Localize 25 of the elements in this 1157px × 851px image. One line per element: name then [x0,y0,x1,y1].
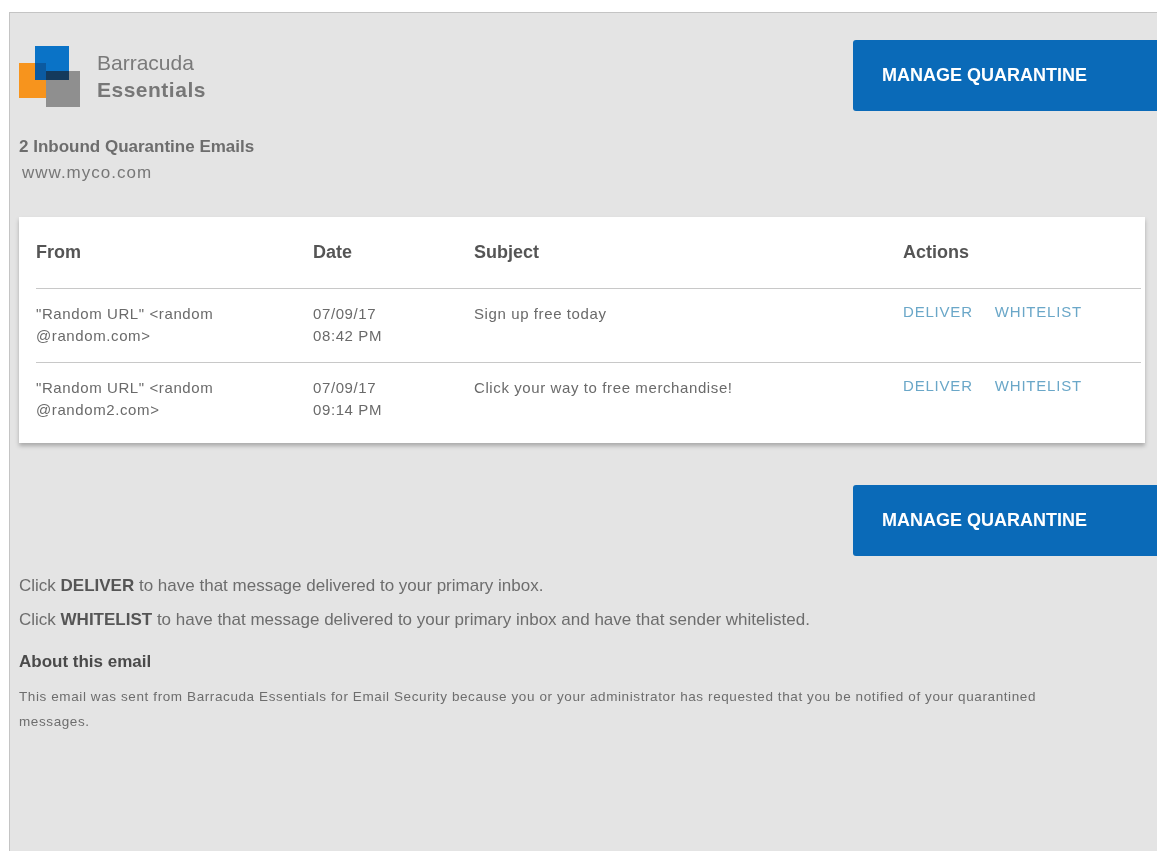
manage-quarantine-button[interactable]: MANAGE QUARANTINE [853,485,1157,556]
action-link[interactable]: WHITELIST [994,377,1082,394]
quarantine-heading: 2 Inbound Quarantine Emails [19,137,256,157]
brand-subtitle: Essentials [97,77,206,103]
sender-cell-text: "Random URL" <random @random2.com> [36,378,215,420]
date-cell-text: 07/09/17 08:42 PM [313,304,383,346]
sender-cell-text: "Random URL" <random @random.com> [36,304,215,346]
date-cell-text: 07/09/17 09:14 PM [313,378,383,420]
logo-icon [19,46,81,108]
domain-text: www.myco.com [22,163,154,183]
subject-cell-text: Sign up free today [474,304,608,324]
column-header: Date [313,242,353,263]
about-title: About this email [19,652,153,672]
column-header: Actions [903,242,970,263]
instruction-text: Click WHITELIST to have that message delivered to your primary inbox and have that sender whitelisted. [19,610,811,630]
action-link[interactable]: DELIVER [903,303,973,320]
action-link[interactable]: DELIVER [903,377,973,394]
brand-name: Barracuda [97,50,195,76]
column-header: Subject [474,242,540,263]
subject-cell-text: Click your way to free merchandise! [474,378,734,398]
action-link[interactable]: WHITELIST [994,303,1082,320]
about-text: This email was sent from Barracuda Essentials for Email Security because you or your administrator has requested that you be notified of your quarantined messages. [19,688,1038,731]
instruction-text: Click DELIVER to have that message delivered to your primary inbox. [19,576,545,596]
column-header: From [36,242,82,263]
manage-quarantine-button[interactable]: MANAGE QUARANTINE [853,40,1157,111]
